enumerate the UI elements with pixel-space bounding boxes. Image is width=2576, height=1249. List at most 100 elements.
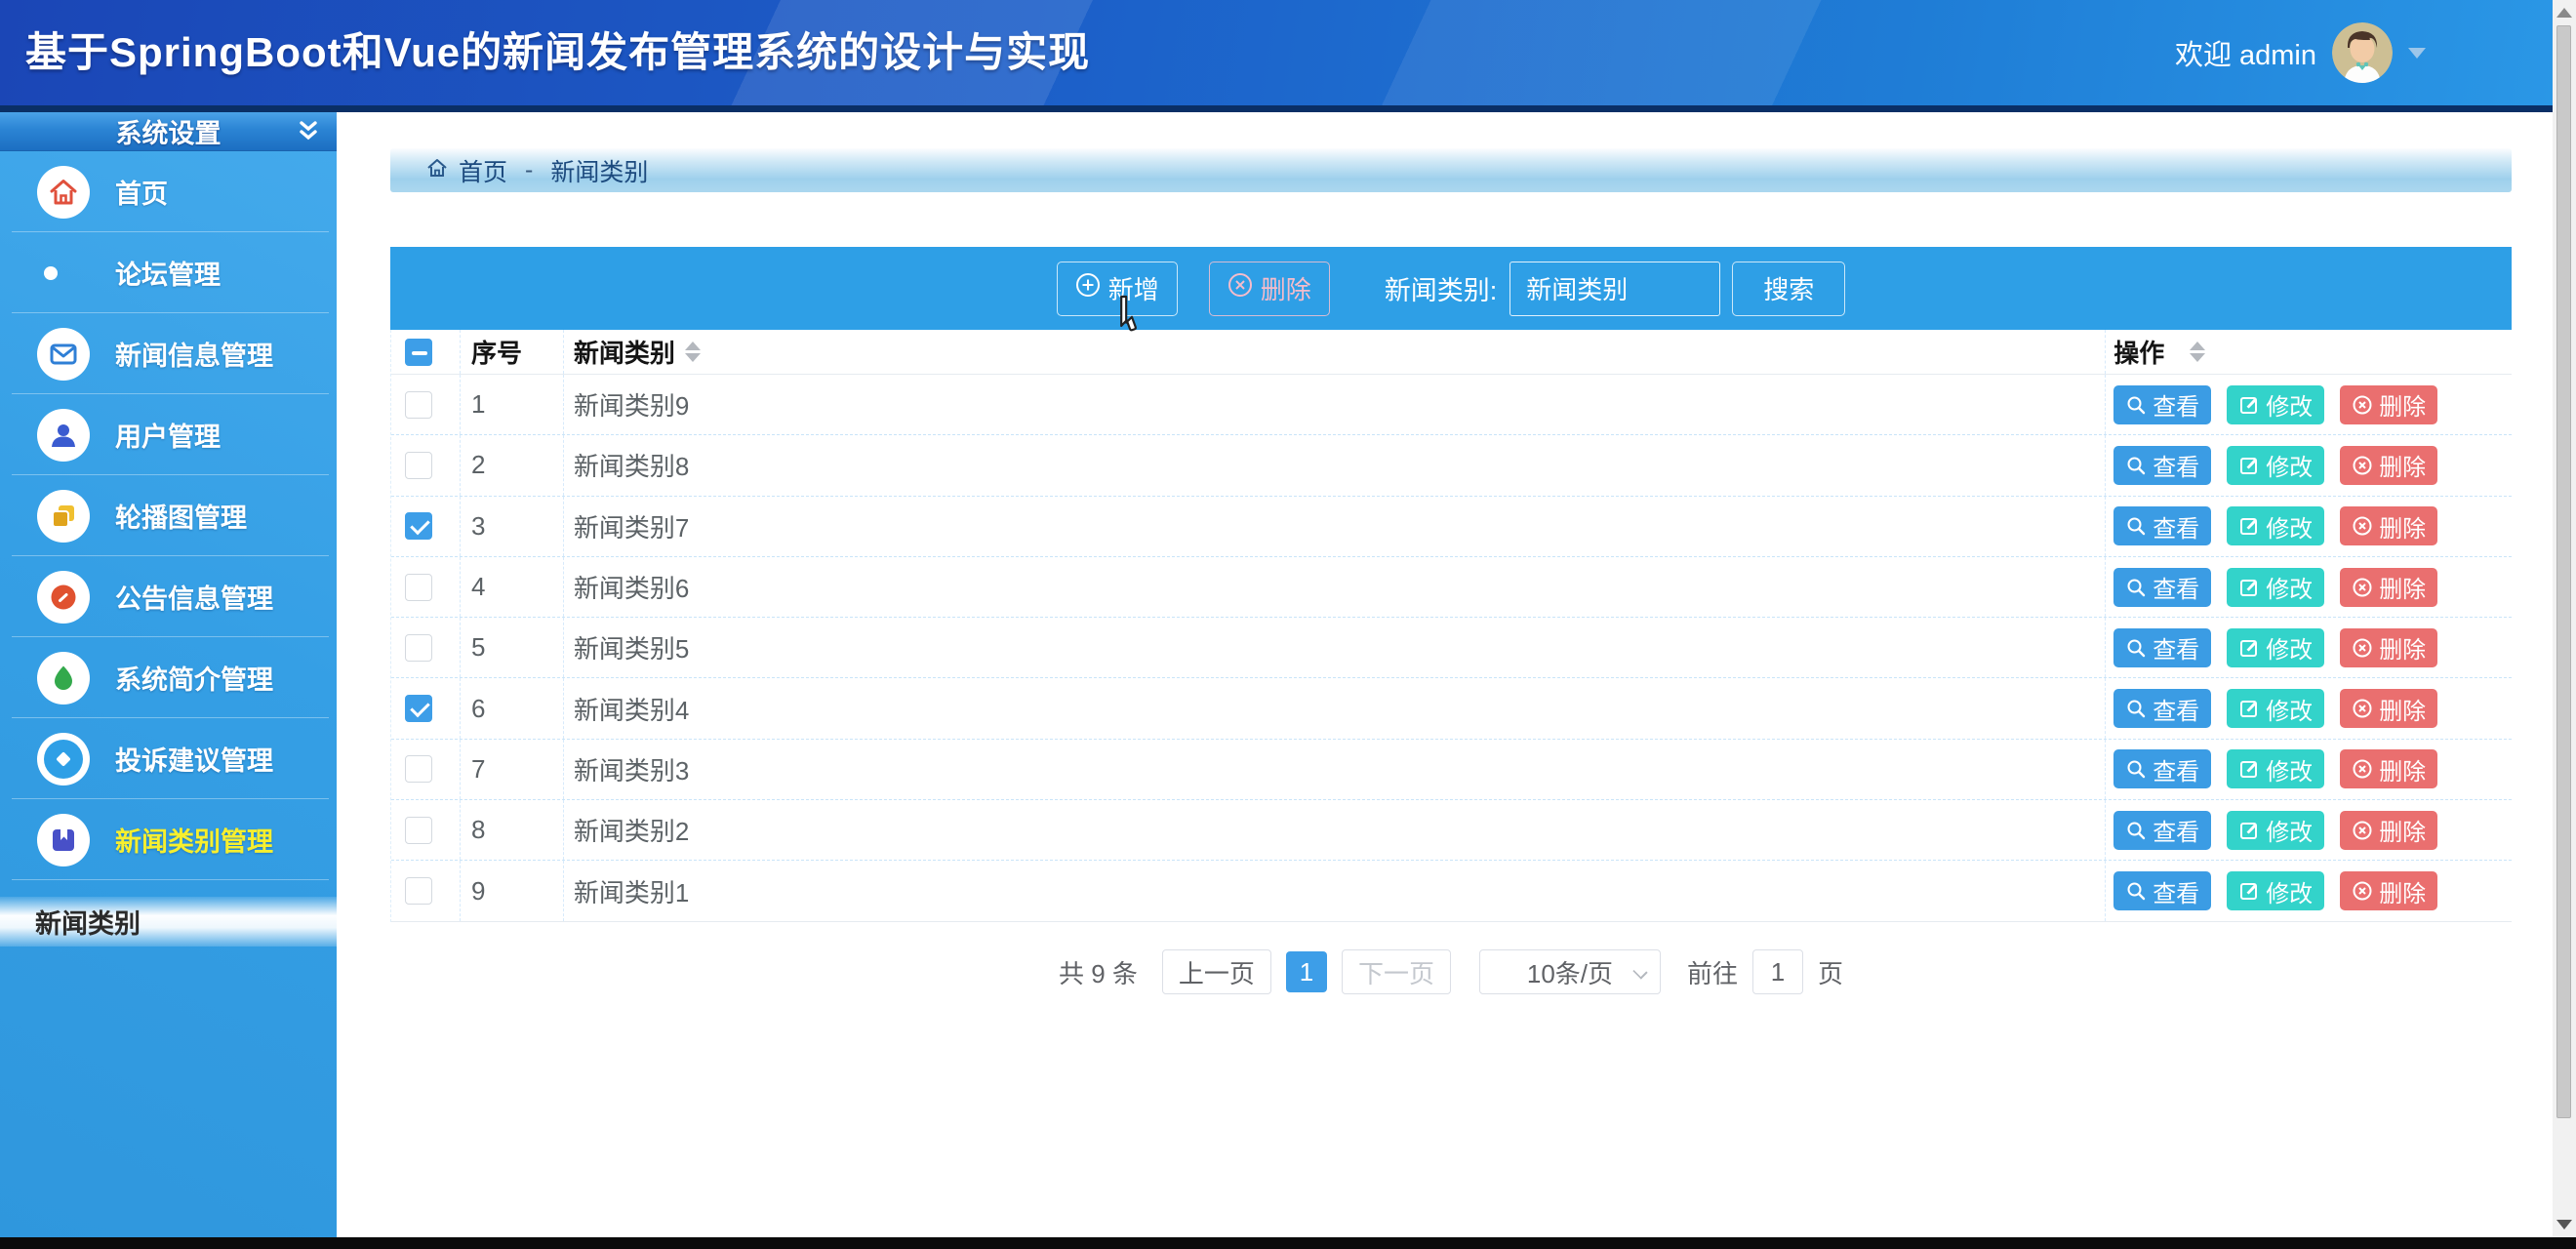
cell-category: 新闻类别1: [574, 873, 689, 909]
sort-carets-icon[interactable]: [2190, 342, 2205, 362]
edit-icon: [2238, 880, 2260, 902]
user-menu[interactable]: 欢迎 admin: [2175, 0, 2426, 105]
cell-seq: 9: [471, 876, 485, 907]
chevron-down-icon: [1632, 964, 1647, 979]
page-size-select[interactable]: 10条/页: [1479, 949, 1661, 994]
row-delete-button[interactable]: 删除: [2340, 568, 2437, 607]
row-delete-button-label: 删除: [2379, 874, 2426, 908]
prev-page-button[interactable]: 上一页: [1162, 949, 1271, 994]
goto-page-input[interactable]: [1752, 949, 1803, 994]
row-checkbox[interactable]: [405, 512, 432, 540]
circle-x-icon: [2352, 758, 2373, 780]
edit-button[interactable]: 修改: [2227, 749, 2324, 788]
view-button[interactable]: 查看: [2113, 506, 2211, 545]
page-number-active[interactable]: 1: [1286, 951, 1327, 992]
add-icon: [1075, 272, 1101, 304]
row-checkbox[interactable]: [405, 391, 432, 419]
edit-button-label: 修改: [2266, 692, 2313, 726]
edit-button[interactable]: 修改: [2227, 506, 2324, 545]
edit-button[interactable]: 修改: [2227, 689, 2324, 728]
sidebar-subitem-news-category[interactable]: 新闻类别: [0, 897, 337, 947]
magnifier-icon: [2125, 394, 2147, 416]
sidebar-item-announcements[interactable]: 公告信息管理: [0, 556, 337, 637]
row-delete-button[interactable]: 删除: [2340, 385, 2437, 424]
row-checkbox[interactable]: [405, 452, 432, 479]
breadcrumb-home-link[interactable]: 首页: [459, 153, 507, 188]
row-checkbox[interactable]: [405, 695, 432, 722]
sidebar-item-news-category[interactable]: 新闻类别管理: [0, 799, 337, 880]
row-delete-button[interactable]: 删除: [2340, 749, 2437, 788]
edit-icon: [2238, 758, 2260, 780]
category-search-input[interactable]: [1509, 262, 1720, 316]
edit-button[interactable]: 修改: [2227, 628, 2324, 667]
magnifier-icon: [2125, 820, 2147, 841]
total-count: 共 9 条: [1059, 954, 1138, 990]
row-delete-button[interactable]: 删除: [2340, 689, 2437, 728]
edit-icon: [2238, 637, 2260, 659]
next-page-button[interactable]: 下一页: [1342, 949, 1451, 994]
row-checkbox[interactable]: [405, 817, 432, 844]
view-button[interactable]: 查看: [2113, 749, 2211, 788]
row-delete-button[interactable]: 删除: [2340, 446, 2437, 485]
sidebar-item-complaints[interactable]: 投诉建议管理: [0, 718, 337, 799]
view-button[interactable]: 查看: [2113, 385, 2211, 424]
scrollbar-thumb[interactable]: [2556, 25, 2571, 1118]
cell-seq: 1: [471, 389, 485, 420]
sidebar-item-home[interactable]: 首页: [0, 151, 337, 232]
view-button[interactable]: 查看: [2113, 689, 2211, 728]
edit-button[interactable]: 修改: [2227, 871, 2324, 910]
sidebar-item-label: 系统简介管理: [115, 659, 273, 697]
data-table: 序号 新闻类别 操作 1 新闻类别9: [390, 330, 2512, 922]
scroll-up-arrow-icon[interactable]: [2556, 8, 2572, 18]
sidebar-item-system-intro[interactable]: 系统简介管理: [0, 637, 337, 718]
sidebar-item-news-info[interactable]: 新闻信息管理: [0, 313, 337, 394]
row-delete-button[interactable]: 删除: [2340, 811, 2437, 850]
view-button[interactable]: 查看: [2113, 811, 2211, 850]
app-root: 基于SpringBoot和Vue的新闻发布管理系统的设计与实现 欢迎 admin…: [0, 0, 2576, 1249]
edit-button[interactable]: 修改: [2227, 811, 2324, 850]
carousel-icon: [37, 490, 90, 543]
row-checkbox[interactable]: [405, 634, 432, 662]
sidebar-header-label: 系统设置: [116, 112, 221, 150]
edit-button[interactable]: 修改: [2227, 568, 2324, 607]
app-header: 基于SpringBoot和Vue的新闻发布管理系统的设计与实现 欢迎 admin: [0, 0, 2553, 105]
view-button[interactable]: 查看: [2113, 446, 2211, 485]
sort-carets-icon[interactable]: [685, 342, 701, 362]
search-button[interactable]: 搜索: [1732, 262, 1845, 316]
circle-x-icon: [2352, 698, 2373, 719]
header-divider: [0, 105, 2553, 112]
view-button[interactable]: 查看: [2113, 871, 2211, 910]
select-all-checkbox[interactable]: [405, 339, 432, 366]
sidebar-item-carousel[interactable]: 轮播图管理: [0, 475, 337, 556]
row-delete-button[interactable]: 删除: [2340, 871, 2437, 910]
search-button-label: 搜索: [1763, 270, 1814, 306]
sidebar-item-users[interactable]: 用户管理: [0, 394, 337, 475]
row-checkbox[interactable]: [405, 574, 432, 601]
table-row: 6 新闻类别4 查看 修改: [391, 678, 2512, 739]
sidebar-item-forum[interactable]: 论坛管理: [0, 232, 337, 313]
view-button[interactable]: 查看: [2113, 568, 2211, 607]
edit-button[interactable]: 修改: [2227, 385, 2324, 424]
scroll-down-arrow-icon[interactable]: [2556, 1220, 2572, 1229]
row-checkbox[interactable]: [405, 877, 432, 905]
vertical-scrollbar[interactable]: [2553, 0, 2576, 1237]
edit-button-label: 修改: [2266, 874, 2313, 908]
delete-selected-button[interactable]: 删除: [1209, 262, 1330, 316]
home-icon: [37, 166, 90, 219]
header-actions: 操作: [2105, 330, 2512, 374]
sidebar-header[interactable]: 系统设置: [0, 112, 337, 151]
feedback-icon: [37, 733, 90, 786]
row-delete-button[interactable]: 删除: [2340, 628, 2437, 667]
avatar[interactable]: [2332, 22, 2393, 83]
collapse-chevrons-icon[interactable]: [298, 119, 319, 149]
row-delete-button[interactable]: 删除: [2340, 506, 2437, 545]
edit-button-label: 修改: [2266, 813, 2313, 847]
header-category: 新闻类别: [564, 330, 2105, 374]
edit-button-label: 修改: [2266, 509, 2313, 544]
edit-button[interactable]: 修改: [2227, 446, 2324, 485]
row-checkbox[interactable]: [405, 755, 432, 783]
view-button[interactable]: 查看: [2113, 628, 2211, 667]
header-category-label: 新闻类别: [574, 334, 675, 370]
row-delete-button-label: 删除: [2379, 752, 2426, 786]
view-button-label: 查看: [2153, 630, 2199, 665]
